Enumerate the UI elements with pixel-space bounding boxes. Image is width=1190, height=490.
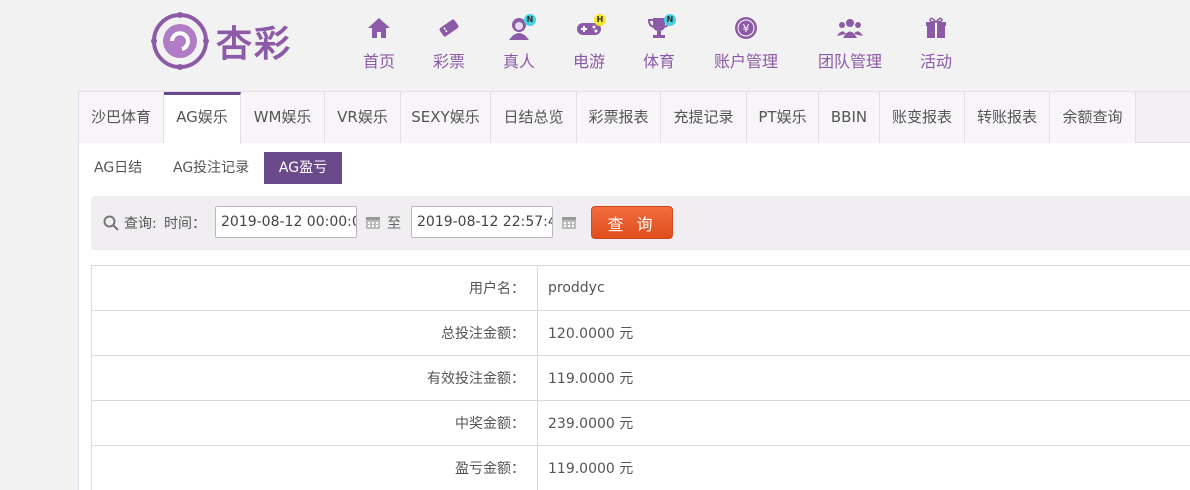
row-key: 有效投注金额：	[91, 355, 538, 401]
query-button[interactable]: 查 询	[591, 206, 673, 239]
gamepad-icon: H	[574, 14, 606, 42]
nav-label: 体育	[642, 52, 675, 71]
nav-item-lottery[interactable]: 彩票	[426, 14, 472, 74]
calendar-icon[interactable]	[561, 214, 577, 230]
table-row: 用户名： proddyc	[91, 265, 1190, 311]
nav-label: 彩票	[432, 52, 465, 71]
subtab-ag-daily[interactable]: AG日结	[84, 152, 152, 184]
new-badge: N	[664, 14, 676, 26]
tab-lottery-report[interactable]: 彩票报表	[577, 92, 661, 143]
gift-icon	[921, 16, 951, 42]
tab-vr[interactable]: VR娱乐	[325, 92, 401, 143]
tab-saba-sports[interactable]: 沙巴体育	[79, 92, 164, 143]
nav-label: 真人	[502, 52, 535, 71]
svg-text:¥: ¥	[743, 22, 750, 35]
report-panel: 沙巴体育 AG娱乐 WM娱乐 VR娱乐 SEXY娱乐 日结总览 彩票报表 充提记…	[78, 91, 1190, 490]
row-key: 总投注金额：	[91, 310, 538, 356]
table-row: 中奖金额： 239.0000 元	[91, 400, 1190, 446]
logo[interactable]: 杏彩	[150, 10, 310, 72]
table-row: 有效投注金额： 119.0000 元	[91, 355, 1190, 401]
row-value: 119.0000 元	[537, 445, 1190, 490]
nav-item-sports[interactable]: N 体育	[636, 14, 682, 74]
to-label: 至	[387, 216, 401, 232]
row-value: 239.0000 元	[537, 400, 1190, 446]
yen-coin-icon: ¥	[731, 16, 761, 42]
logo-text: 杏彩	[216, 23, 293, 65]
nav-item-egames[interactable]: H 电游	[566, 14, 612, 74]
nav-item-team[interactable]: 团队管理	[812, 14, 888, 74]
tab-pt[interactable]: PT娱乐	[747, 92, 819, 143]
tab-deposit-withdraw[interactable]: 充提记录	[661, 92, 747, 143]
time-label: 时间：	[164, 216, 206, 232]
logo-emblem-icon	[151, 12, 209, 70]
nav-item-account[interactable]: ¥ 账户管理	[708, 14, 784, 74]
search-icon	[103, 215, 119, 231]
live-dealer-icon: N	[504, 14, 536, 42]
tab-daily-overview[interactable]: 日结总览	[491, 92, 577, 143]
tab-balance-change[interactable]: 账变报表	[880, 92, 965, 143]
row-value: 119.0000 元	[537, 355, 1190, 401]
tab-balance-query[interactable]: 余额查询	[1050, 92, 1136, 143]
nav-label: 团队管理	[817, 52, 882, 71]
subtab-ag-bets[interactable]: AG投注记录	[163, 152, 259, 184]
row-value: proddyc	[537, 265, 1190, 311]
lottery-ticket-icon	[434, 16, 464, 42]
row-key: 中奖金额：	[91, 400, 538, 446]
nav-label: 电游	[572, 52, 605, 71]
new-badge: N	[524, 14, 536, 26]
nav-label: 活动	[919, 52, 952, 71]
nav-label: 首页	[362, 52, 395, 71]
tab-bbin[interactable]: BBIN	[819, 92, 880, 143]
profit-summary-table: 用户名： proddyc 总投注金额： 120.0000 元 有效投注金额： 1…	[91, 265, 1190, 490]
nav-item-live[interactable]: N 真人	[496, 14, 542, 74]
hot-badge: H	[594, 14, 606, 26]
row-value: 120.0000 元	[537, 310, 1190, 356]
row-key: 用户名：	[91, 265, 538, 311]
header: 杏彩 首页 彩票 N 真人 H 电游 N 体育 ¥ 账户管理 团队管理 活动	[0, 0, 1190, 90]
tab-ag[interactable]: AG娱乐	[164, 92, 241, 144]
table-row: 盈亏金额： 119.0000 元	[91, 445, 1190, 490]
team-icon	[835, 16, 865, 42]
row-key: 盈亏金额：	[91, 445, 538, 490]
nav-item-events[interactable]: 活动	[916, 14, 956, 74]
nav-item-home[interactable]: 首页	[356, 14, 402, 74]
search-bar: 查询: 时间： 至 查 询	[91, 196, 1190, 250]
end-date-input[interactable]	[411, 206, 553, 238]
tab-transfer-report[interactable]: 转账报表	[965, 92, 1050, 143]
home-icon	[364, 16, 394, 42]
nav-label: 账户管理	[713, 52, 778, 71]
calendar-icon[interactable]	[365, 214, 381, 230]
tab-wm[interactable]: WM娱乐	[241, 92, 325, 143]
tab-sexy[interactable]: SEXY娱乐	[401, 92, 491, 143]
table-row: 总投注金额： 120.0000 元	[91, 310, 1190, 356]
subtab-ag-profit[interactable]: AG盈亏	[264, 152, 342, 184]
report-tabs: 沙巴体育 AG娱乐 WM娱乐 VR娱乐 SEXY娱乐 日结总览 彩票报表 充提记…	[79, 92, 1190, 144]
search-label: 查询:	[124, 216, 157, 232]
trophy-icon: N	[644, 14, 676, 42]
start-date-input[interactable]	[215, 206, 357, 238]
